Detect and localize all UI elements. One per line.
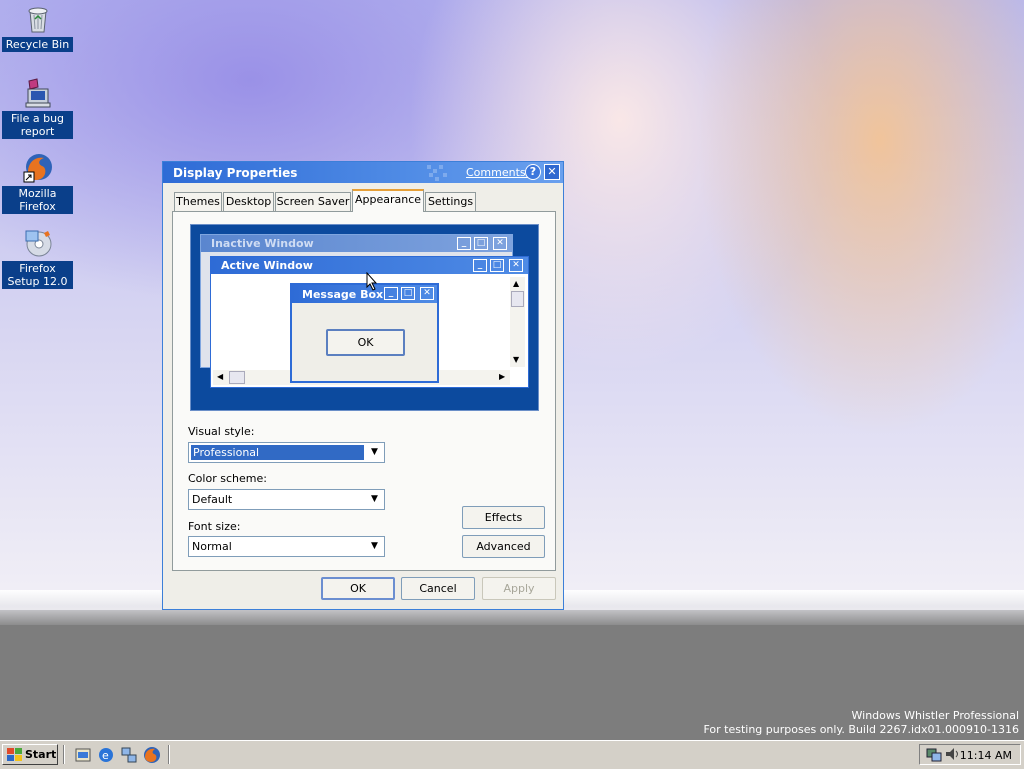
font-size-dropdown[interactable]: Normal ▼ [188,536,385,557]
preview-message-titlebar: Message Box _ □ ✕ [292,285,437,303]
advanced-button[interactable]: Advanced [462,535,545,558]
preview-maximize-icon: □ [490,259,504,272]
desktop-icon-recycle-bin[interactable]: Recycle Bin [2,3,73,52]
desktop-icon-label: Mozilla Firefox [2,186,73,214]
preview-close-icon: ✕ [509,259,523,272]
preview-inactive-titlebar: Inactive Window _ □ ✕ [201,235,512,252]
preview-vertical-scrollbar: ▲ ▼ [510,277,525,367]
tab-settings[interactable]: Settings [425,192,476,211]
preview-maximize-icon: □ [474,237,488,250]
clock[interactable]: 11:14 AM [960,749,1012,762]
build-watermark: Windows Whistler Professional For testin… [703,709,1019,737]
effects-button[interactable]: Effects [462,506,545,529]
preview-ok-button: OK [326,329,405,356]
start-button[interactable]: Start [2,744,58,765]
preview-active-title: Active Window [221,259,313,272]
font-size-value: Normal [192,540,232,553]
watermark-line-1: Windows Whistler Professional [851,709,1020,722]
network-icon[interactable] [120,746,138,764]
cancel-button[interactable]: Cancel [401,577,475,600]
internet-explorer-icon[interactable]: e [97,746,115,764]
desktop-icon-label: File a bug report [2,111,73,139]
desktop-icon-firefox[interactable]: Mozilla Firefox [2,152,73,214]
color-scheme-dropdown[interactable]: Default ▼ [188,489,385,510]
firefox-icon [22,152,54,184]
desktop-icon-label: Firefox Setup 12.0 [2,261,73,289]
apply-button[interactable]: Apply [482,577,556,600]
chevron-down-icon[interactable]: ▼ [366,491,383,508]
show-desktop-icon[interactable] [74,746,92,764]
taskbar-separator [168,745,170,764]
chevron-down-icon[interactable]: ▼ [366,538,383,555]
bug-report-icon [22,77,54,109]
desktop-icon-label: Recycle Bin [2,37,73,52]
taskbar: Start e 11:14 AM [0,740,1024,769]
firefox-icon[interactable] [143,746,161,764]
svg-text:e: e [102,749,109,762]
visual-style-value: Professional [191,445,364,460]
preview-maximize-icon: □ [401,287,415,300]
tab-screen-saver[interactable]: Screen Saver [275,192,351,211]
recycle-bin-icon [22,3,54,35]
network-tray-icon[interactable] [926,746,942,762]
color-scheme-value: Default [192,493,233,506]
dialog-title: Display Properties [173,166,298,180]
watermark-line-2: For testing purposes only. Build 2267.id… [703,723,1019,736]
preview-close-icon: ✕ [420,287,434,300]
visual-style-label: Visual style: [188,425,255,438]
taskbar-separator [63,745,65,764]
system-tray: 11:14 AM [919,744,1021,765]
appearance-preview: Inactive Window _ □ ✕ Active Window _ □ … [190,224,539,411]
display-properties-dialog: Display Properties Comments? ? ✕ Themes … [162,161,564,610]
mouse-cursor-icon [366,272,378,291]
color-scheme-label: Color scheme: [188,472,267,485]
dialog-titlebar[interactable]: Display Properties Comments? ? ✕ [163,162,563,183]
preview-minimize-icon: _ [384,287,398,300]
start-label: Start [25,748,57,761]
close-button[interactable]: ✕ [544,164,560,180]
desktop-icon-file-bug[interactable]: File a bug report [2,77,73,139]
visual-style-dropdown[interactable]: Professional ▼ [188,442,385,463]
font-size-label: Font size: [188,520,241,533]
appearance-panel: Inactive Window _ □ ✕ Active Window _ □ … [172,211,556,571]
desktop-icon-firefox-setup[interactable]: Firefox Setup 12.0 [2,227,73,289]
comments-link[interactable]: Comments? [466,166,531,179]
preview-minimize-icon: _ [457,237,471,250]
preview-close-icon: ✕ [493,237,507,250]
ok-button[interactable]: OK [321,577,395,600]
tab-appearance[interactable]: Appearance [352,189,424,212]
tab-desktop[interactable]: Desktop [223,192,274,211]
preview-minimize-icon: _ [473,259,487,272]
preview-inactive-title: Inactive Window [211,237,314,250]
preview-message-box: Message Box _ □ ✕ OK [290,283,439,383]
setup-cd-icon [22,227,54,259]
windows-flag-icon [7,748,22,761]
chevron-down-icon[interactable]: ▼ [366,444,383,461]
titlebar-pattern-icon [427,165,447,181]
speaker-tray-icon[interactable] [944,746,960,762]
help-button[interactable]: ? [525,164,541,180]
tab-themes[interactable]: Themes [174,192,222,211]
